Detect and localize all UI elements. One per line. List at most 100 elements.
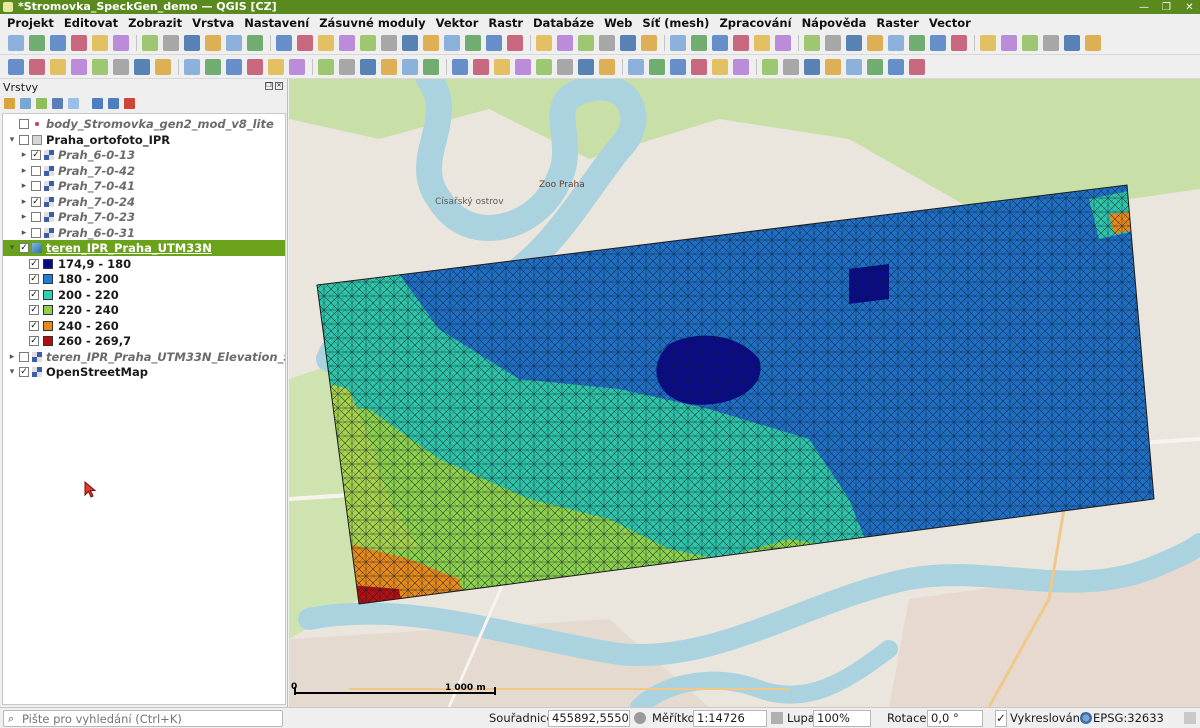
layer-visibility-checkbox[interactable]	[31, 181, 41, 191]
messages-icon[interactable]	[1184, 712, 1196, 724]
main-tool-icon[interactable]	[8, 35, 24, 51]
main-tool-icon[interactable]	[670, 35, 686, 51]
menu-zasuvne-moduly[interactable]: Zásuvné moduly	[314, 16, 430, 30]
zoom-field[interactable]: 100%	[813, 710, 871, 727]
digitizing-tool-icon[interactable]	[29, 59, 45, 75]
layer-visibility-checkbox[interactable]: ✓	[19, 367, 29, 377]
main-tool-icon[interactable]	[276, 35, 292, 51]
layer-row[interactable]: ▾ Praha_ortofoto_IPR	[3, 132, 285, 148]
main-tool-icon[interactable]	[486, 35, 502, 51]
layer-visibility-checkbox[interactable]: ✓	[19, 243, 29, 253]
scale-field[interactable]: 1:14726	[693, 710, 767, 727]
main-tool-icon[interactable]	[339, 35, 355, 51]
digitizing-tool-icon[interactable]	[50, 59, 66, 75]
main-tool-icon[interactable]	[888, 35, 904, 51]
main-tool-icon[interactable]	[297, 35, 313, 51]
digitizing-tool-icon[interactable]	[360, 59, 376, 75]
digitizing-tool-icon[interactable]	[783, 59, 799, 75]
main-tool-icon[interactable]	[930, 35, 946, 51]
menu-web[interactable]: Web	[599, 16, 637, 30]
menu-sit-mesh[interactable]: Síť (mesh)	[637, 16, 714, 30]
digitizing-tool-icon[interactable]	[712, 59, 728, 75]
main-tool-icon[interactable]	[423, 35, 439, 51]
collapse-all-icon[interactable]	[108, 98, 119, 109]
crs-label[interactable]: EPSG:32633	[1093, 711, 1164, 725]
main-tool-icon[interactable]	[909, 35, 925, 51]
main-tool-icon[interactable]	[465, 35, 481, 51]
digitizing-tool-icon[interactable]	[825, 59, 841, 75]
menu-vector[interactable]: Vector	[924, 16, 976, 30]
digitizing-tool-icon[interactable]	[381, 59, 397, 75]
digitizing-tool-icon[interactable]	[691, 59, 707, 75]
digitizing-tool-icon[interactable]	[888, 59, 904, 75]
expand-down-icon[interactable]: ▾	[7, 364, 17, 380]
digitizing-tool-icon[interactable]	[762, 59, 778, 75]
main-tool-icon[interactable]	[92, 35, 108, 51]
layer-visibility-checkbox[interactable]	[31, 212, 41, 222]
layer-visibility-checkbox[interactable]: ✓	[31, 150, 41, 160]
layer-row[interactable]: ▾ ✓ OpenStreetMap	[3, 364, 285, 380]
toggle-extents-icon[interactable]	[634, 712, 646, 724]
main-tool-icon[interactable]	[599, 35, 615, 51]
main-tool-icon[interactable]	[360, 35, 376, 51]
legend-checkbox[interactable]: ✓	[29, 289, 39, 300]
main-tool-icon[interactable]	[557, 35, 573, 51]
remove-layer-icon[interactable]	[124, 98, 135, 109]
digitizing-tool-icon[interactable]	[452, 59, 468, 75]
menu-editovat[interactable]: Editovat	[59, 16, 123, 30]
main-tool-icon[interactable]	[1001, 35, 1017, 51]
digitizing-tool-icon[interactable]	[71, 59, 87, 75]
close-icon[interactable]: ✕	[1185, 2, 1194, 12]
menu-projekt[interactable]: Projekt	[2, 16, 59, 30]
layer-visibility-checkbox[interactable]	[31, 165, 41, 176]
layer-row[interactable]: ▸ Prah_7-0-23	[3, 209, 285, 225]
menu-databaze[interactable]: Databáze	[528, 16, 599, 30]
crs-globe-icon[interactable]	[1080, 712, 1092, 724]
main-tool-icon[interactable]	[142, 35, 158, 51]
digitizing-tool-icon[interactable]	[155, 59, 171, 75]
add-group-icon[interactable]	[20, 98, 31, 109]
main-tool-icon[interactable]	[641, 35, 657, 51]
main-tool-icon[interactable]	[247, 35, 263, 51]
expand-right-icon[interactable]: ▸	[19, 194, 29, 210]
digitizing-tool-icon[interactable]	[515, 59, 531, 75]
maximize-icon[interactable]: ❐	[1162, 2, 1171, 12]
digitizing-tool-icon[interactable]	[536, 59, 552, 75]
legend-item[interactable]: ✓ 180 - 200	[3, 271, 285, 287]
digitizing-tool-icon[interactable]	[494, 59, 510, 75]
main-tool-icon[interactable]	[1043, 35, 1059, 51]
main-tool-icon[interactable]	[184, 35, 200, 51]
panel-close-icon[interactable]: ✕	[275, 82, 283, 90]
menu-napoveda[interactable]: Nápověda	[797, 16, 872, 30]
layer-row[interactable]: ▾ ✓ teren_IPR_Praha_UTM33N	[3, 240, 285, 256]
legend-checkbox[interactable]: ✓	[29, 305, 39, 315]
filter-by-expression-icon[interactable]	[68, 98, 79, 109]
layer-visibility-checkbox[interactable]	[19, 351, 29, 362]
layer-visibility-checkbox[interactable]: ✓	[31, 196, 41, 207]
layer-row[interactable]: ▸ ✓ Prah_6-0-13	[3, 147, 285, 163]
locator-search[interactable]: ⌕	[3, 710, 283, 727]
expand-right-icon[interactable]: ▸	[19, 209, 29, 225]
expand-right-icon[interactable]: ▸	[19, 147, 29, 163]
digitizing-tool-icon[interactable]	[909, 59, 925, 75]
digitizing-tool-icon[interactable]	[599, 59, 615, 75]
digitizing-tool-icon[interactable]	[733, 59, 749, 75]
main-tool-icon[interactable]	[867, 35, 883, 51]
open-layer-styling-icon[interactable]	[4, 98, 15, 109]
main-tool-icon[interactable]	[846, 35, 862, 51]
main-tool-icon[interactable]	[951, 35, 967, 51]
layer-row[interactable]: ▸ ✓ Prah_7-0-24	[3, 194, 285, 210]
digitizing-tool-icon[interactable]	[184, 59, 200, 75]
layer-visibility-checkbox[interactable]	[19, 119, 29, 129]
main-tool-icon[interactable]	[620, 35, 636, 51]
layer-visibility-checkbox[interactable]	[19, 134, 29, 145]
digitizing-tool-icon[interactable]	[134, 59, 150, 75]
search-input[interactable]	[22, 712, 280, 725]
expand-all-icon[interactable]	[92, 98, 103, 109]
legend-item[interactable]: ✓ 220 - 240	[3, 302, 285, 318]
legend-item[interactable]: ✓ 200 - 220	[3, 287, 285, 303]
expand-right-icon[interactable]: ▸	[19, 178, 29, 194]
expand-down-icon[interactable]: ▾	[7, 240, 17, 256]
digitizing-tool-icon[interactable]	[649, 59, 665, 75]
main-tool-icon[interactable]	[402, 35, 418, 51]
